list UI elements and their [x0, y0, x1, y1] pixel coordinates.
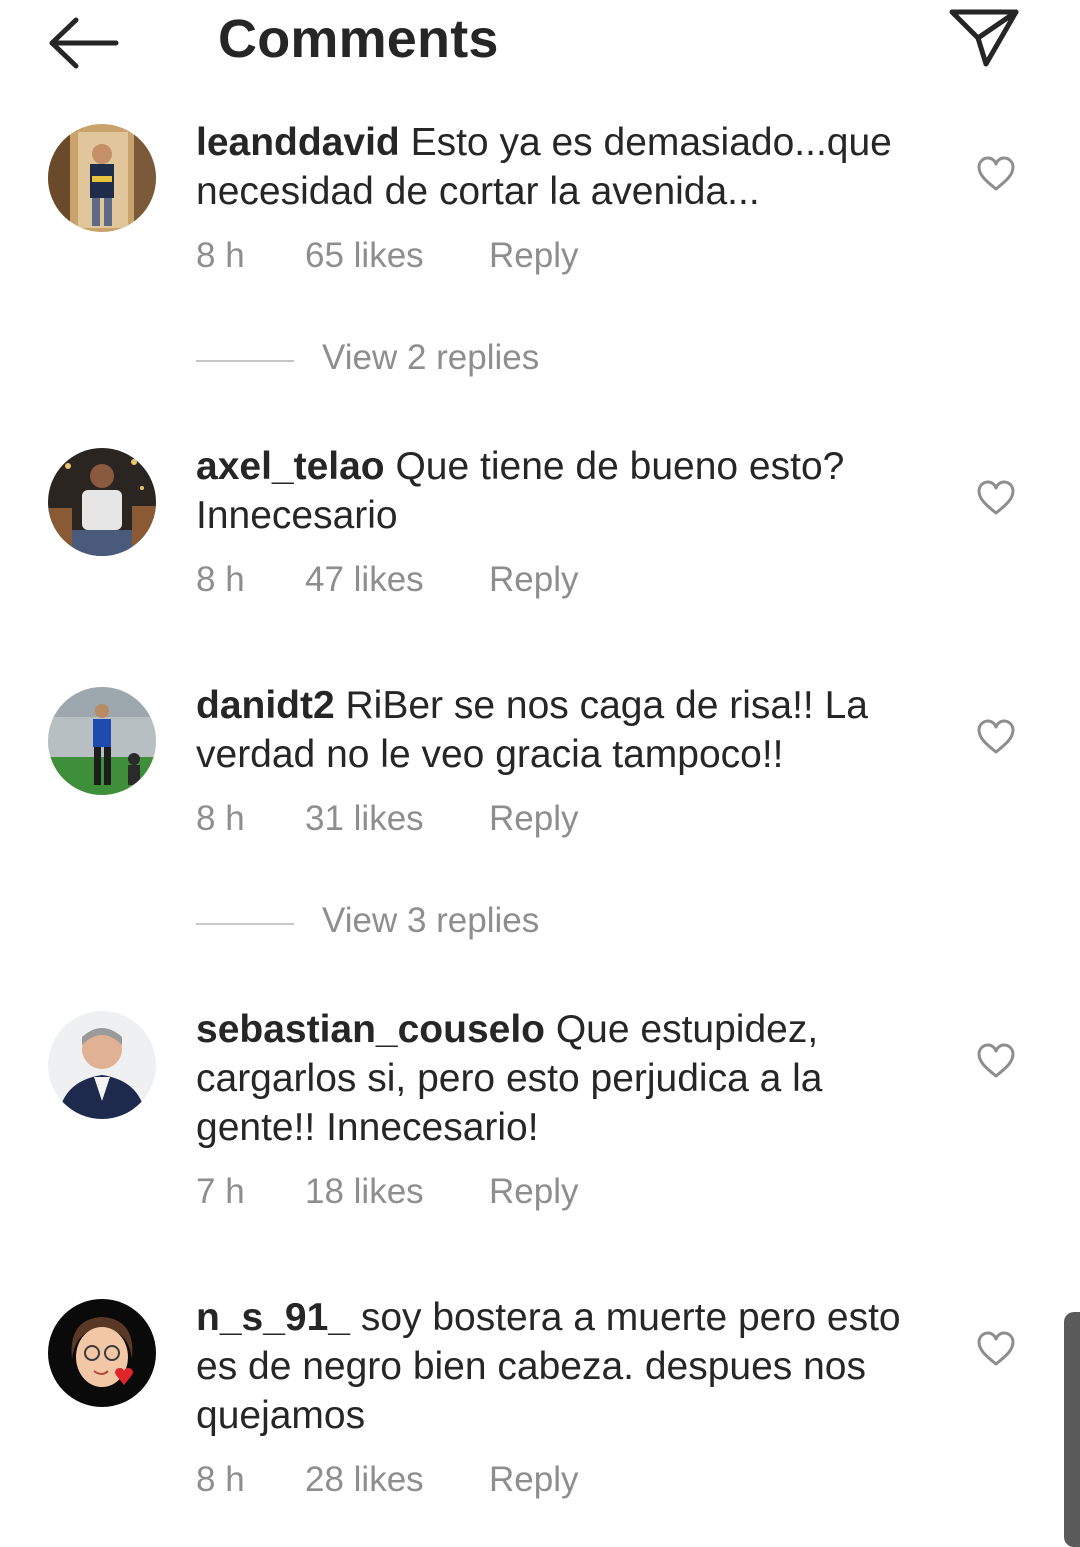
reply-button[interactable]: Reply — [489, 1172, 578, 1212]
header-bar: Comments — [0, 0, 1080, 90]
heart-icon — [977, 1043, 1015, 1078]
like-button[interactable] — [976, 1331, 1016, 1367]
like-button[interactable] — [976, 719, 1016, 755]
scrollbar[interactable] — [1064, 1312, 1080, 1547]
comment-text: leanddavid Esto ya es demasiado...que ne… — [196, 118, 946, 216]
comment-time: 8 h — [196, 1460, 245, 1499]
reply-button[interactable]: Reply — [489, 799, 578, 839]
replies-divider — [196, 360, 294, 362]
page-title: Comments — [218, 9, 499, 69]
reply-button[interactable]: Reply — [489, 1460, 578, 1500]
heart-icon — [977, 1331, 1015, 1366]
comment-text: n_s_91_ soy bostera a muerte pero esto e… — [196, 1293, 946, 1440]
comment-likes[interactable]: 28 likes — [305, 1460, 424, 1500]
comment-time: 8 h — [196, 236, 245, 275]
comment-username[interactable]: danidt2 — [196, 684, 335, 727]
comment-username[interactable]: leanddavid — [196, 121, 400, 164]
share-button[interactable] — [946, 4, 1022, 70]
avatar[interactable] — [48, 1299, 156, 1407]
heart-icon — [977, 480, 1015, 515]
reply-button[interactable]: Reply — [489, 560, 578, 600]
comment-time: 8 h — [196, 799, 245, 838]
comment-likes[interactable]: 65 likes — [305, 236, 424, 276]
comment-username[interactable]: axel_telao — [196, 445, 385, 488]
like-button[interactable] — [976, 1043, 1016, 1079]
avatar[interactable] — [48, 448, 156, 556]
like-button[interactable] — [976, 480, 1016, 516]
view-replies-label: View 2 replies — [322, 338, 540, 377]
back-button[interactable] — [44, 12, 124, 72]
like-button[interactable] — [976, 156, 1016, 192]
heart-icon — [977, 719, 1015, 754]
comment-likes[interactable]: 18 likes — [305, 1172, 424, 1212]
comment-likes[interactable]: 31 likes — [305, 799, 424, 839]
comment-time: 7 h — [196, 1172, 245, 1211]
replies-divider — [196, 923, 294, 925]
comment-time: 8 h — [196, 560, 245, 599]
comment-likes[interactable]: 47 likes — [305, 560, 424, 600]
comment-text: axel_telao Que tiene de bueno esto? Inne… — [196, 442, 946, 540]
arrow-left-icon — [49, 17, 119, 69]
heart-icon — [977, 156, 1015, 191]
comment-text: sebastian_couselo Que estupidez, cargarl… — [196, 1005, 946, 1152]
paper-plane-icon — [949, 9, 1019, 67]
comment-username[interactable]: n_s_91_ — [196, 1296, 350, 1339]
view-replies-label: View 3 replies — [322, 901, 540, 940]
avatar[interactable] — [48, 1011, 156, 1119]
comment-username[interactable]: sebastian_couselo — [196, 1008, 545, 1051]
reply-button[interactable]: Reply — [489, 236, 578, 276]
avatar[interactable] — [48, 687, 156, 795]
comment-text: danidt2 RiBer se nos caga de risa!! La v… — [196, 681, 946, 779]
avatar[interactable] — [48, 124, 156, 232]
